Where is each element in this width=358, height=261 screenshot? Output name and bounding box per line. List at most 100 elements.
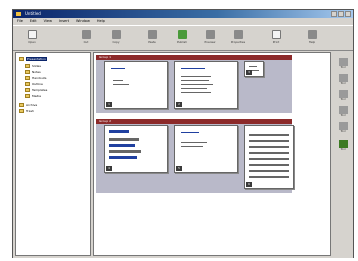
toolbar-open-button[interactable]: Open [21,30,43,50]
tool-button[interactable]: Tool [336,74,350,86]
folder-icon [25,63,30,68]
tool-label: Tool [340,82,346,85]
minimize-button[interactable] [331,11,337,17]
window-title: Untitled [25,11,41,16]
app-window: Untitled File Edit View Insert Window He… [12,9,354,258]
slide-thumbnail[interactable]: 4 [104,125,168,173]
menu-insert[interactable]: Insert [59,18,69,25]
slide-text-line [249,152,289,154]
tree-item[interactable]: Archive [19,102,37,107]
tree-item-label: Handouts [32,75,47,80]
menu-window[interactable]: Window [76,18,90,25]
tree-item[interactable]: Slides [25,63,41,68]
tool-button[interactable]: Tool [336,90,350,102]
toolbar-copy-button[interactable]: Copy [105,30,127,50]
toolbar-label: Preview [204,40,216,44]
tree-item-label: Outline [32,81,43,86]
toolbar-help-button[interactable]: Help [301,30,323,50]
tree-item[interactable]: Templates [25,87,47,92]
scissors-icon [81,30,91,39]
tree-item[interactable]: Outline [25,81,43,86]
pen-icon [338,58,348,66]
app-icon [16,12,21,16]
toolbar-cut-button[interactable]: Cut [75,30,97,50]
tree-item-label: Presentation [26,56,47,61]
menu-help[interactable]: Help [97,18,105,25]
tree-item[interactable]: Media [25,93,41,98]
tree-item[interactable]: Notes [25,69,41,74]
properties-icon [233,30,243,39]
slide-text-line [181,68,205,69]
group-header[interactable]: Group 1 [96,55,292,60]
tree-item-label: Trash [26,108,34,113]
folder-icon [19,56,24,61]
slide-thumbnail[interactable]: 1 [104,61,168,109]
shape-icon [338,106,348,114]
folder-icon [19,102,24,107]
toolbar-label: Open [28,40,36,44]
folder-icon [25,81,30,86]
maximize-button[interactable] [338,11,344,17]
slide-text-line [249,66,257,67]
tree-item-label: Media [32,93,42,98]
menu-edit[interactable]: Edit [30,18,37,25]
slide-text-line [181,132,199,133]
title-bar: Untitled [13,10,353,18]
tree-item-label: Templates [32,87,48,92]
toolbar-preview-button[interactable]: Preview [199,30,221,50]
tool-button[interactable]: Tool [336,58,350,70]
tool-button[interactable]: Tool [336,140,350,152]
copy-icon [111,30,121,39]
slide-number: 1 [106,102,112,107]
slide-text-line [109,144,135,147]
slide-number: 5 [176,166,182,171]
folder-icon [25,75,30,80]
layers-icon [338,90,348,98]
tool-button[interactable]: Tool [336,106,350,118]
frame-icon [338,122,348,130]
print-icon [271,30,281,39]
tree-item[interactable]: Handouts [25,75,46,80]
toolbar-print-button[interactable]: Print [265,30,287,50]
slide-text-line [181,80,209,81]
tool-label: Tool [340,114,346,117]
group-header[interactable]: Group 2 [96,119,292,124]
toolbar-label: Copy [112,40,120,44]
menu-file[interactable]: File [17,18,23,25]
slide-text-line [249,146,289,148]
slide-text-line [249,158,289,160]
tool-label: Tool [340,98,346,101]
toolbar-properties-button[interactable]: Properties [227,30,249,50]
slide-text-line [249,134,289,136]
toolbar: Open Cut Copy Paste Publish Preview Prop… [13,25,353,51]
help-icon [307,30,317,39]
tool-label: Tool [340,66,346,69]
slide-text-line [181,84,213,85]
slide-thumbnail[interactable]: 5 [174,125,238,173]
tree-item[interactable]: Trash [19,108,34,113]
menu-bar: File Edit View Insert Window Help [13,18,353,25]
slide-thumbnail[interactable]: 3 [244,61,264,77]
slide-text-line [109,150,141,153]
slide-text-line [181,92,211,93]
slide-thumbnail[interactable]: 2 [174,61,238,109]
slide-text-line [109,130,129,133]
tree-item-label: Archive [26,102,38,107]
menu-view[interactable]: View [44,18,52,25]
folder-icon [25,87,30,92]
slide-sorter-view: Group 1 Group 2 1 2 3 4 5 6 [93,52,331,256]
toolbar-label: Publish [177,40,187,44]
slide-text-line [181,146,203,147]
toolbar-paste-button[interactable]: Paste [141,30,163,50]
tree-item-label: Slides [32,63,41,68]
slide-thumbnail[interactable]: 6 [244,125,294,189]
toolbar-publish-button[interactable]: Publish [171,30,193,50]
slide-text-line [181,142,207,143]
slide-text-line [249,170,289,172]
close-button[interactable] [345,11,351,17]
slide-number: 2 [176,102,182,107]
tree-item[interactable]: Presentation [19,56,47,61]
slide-text-line [249,140,289,142]
grid-icon [338,74,348,82]
tool-button[interactable]: Tool [336,122,350,134]
